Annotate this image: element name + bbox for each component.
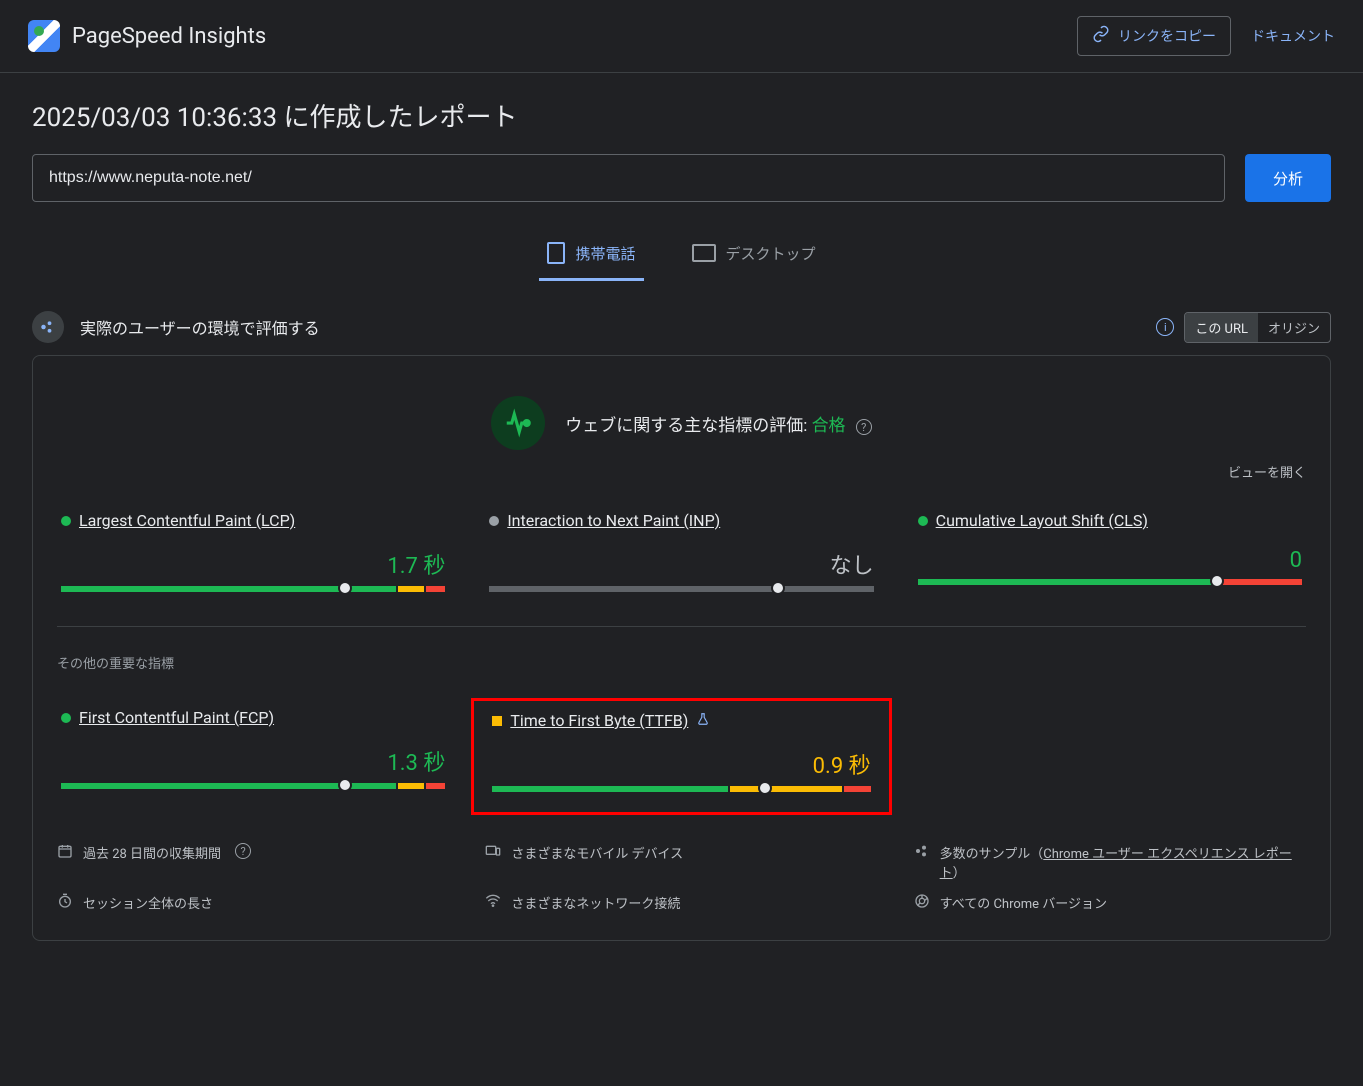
metric-lcp-gauge [61, 586, 445, 592]
section-head-right: i この URL オリジン [1156, 312, 1331, 343]
status-dot-icon [61, 713, 71, 723]
app-logo-icon [28, 20, 60, 52]
metric-empty [914, 708, 1306, 795]
assessment-result: 合格 [812, 416, 846, 436]
footer-versions: すべての Chrome バージョン [914, 893, 1306, 912]
metric-inp-gauge [489, 586, 873, 592]
copy-link-label: リンクをコピー [1118, 26, 1216, 46]
footer-network: さまざまなネットワーク接続 [485, 893, 877, 912]
link-icon [1092, 25, 1110, 47]
gauge-marker-icon [758, 781, 772, 795]
help-icon[interactable]: ? [235, 843, 251, 859]
other-metrics-grid: First Contentful Paint (FCP) 1.3 秒 Time … [57, 708, 1306, 795]
field-data-panel: ウェブに関する主な指標の評価: 合格 ? ビューを開く Largest Cont… [32, 355, 1331, 941]
desktop-icon [692, 244, 716, 262]
scope-url-option[interactable]: この URL [1185, 313, 1258, 342]
chrome-icon [914, 893, 930, 909]
footer-network-text: さまざまなネットワーク接続 [511, 893, 680, 912]
field-data-title: 実際のユーザーの環境で評価する [80, 315, 320, 339]
timer-icon [57, 893, 73, 909]
metric-fcp-value: 1.3 秒 [61, 745, 445, 777]
scope-toggle: この URL オリジン [1184, 312, 1331, 343]
gauge-marker-icon [338, 778, 352, 792]
footer-versions-text: すべての Chrome バージョン [940, 893, 1107, 912]
gauge-marker-icon [1210, 574, 1224, 588]
tab-desktop-label: デスクトップ [726, 243, 816, 264]
gauge-marker-icon [771, 581, 785, 595]
samples-icon [914, 843, 930, 859]
divider [57, 626, 1306, 627]
footer-samples-text: 多数のサンプル（Chrome ユーザー エクスペリエンス レポート） [940, 843, 1306, 881]
main-content: 2025/03/03 10:36:33 に作成したレポート 分析 携帯電話 デス… [0, 73, 1363, 965]
footer-period: 過去 28 日間の収集期間 ? [57, 843, 449, 881]
scope-origin-option[interactable]: オリジン [1258, 313, 1330, 342]
tab-mobile-label: 携帯電話 [575, 243, 635, 264]
status-dot-icon [61, 516, 71, 526]
device-tabs: 携帯電話 デスクトップ [32, 230, 1331, 281]
footer-samples: 多数のサンプル（Chrome ユーザー エクスペリエンス レポート） [914, 843, 1306, 881]
footer-devices-text: さまざまなモバイル デバイス [511, 843, 683, 862]
topbar-right: リンクをコピー ドキュメント [1077, 16, 1335, 56]
analyze-button[interactable]: 分析 [1245, 154, 1331, 202]
devices-icon [485, 843, 501, 859]
field-data-header: 実際のユーザーの環境で評価する i この URL オリジン [32, 311, 1331, 343]
metric-ttfb: Time to First Byte (TTFB) 0.9 秒 [488, 711, 874, 792]
assessment-prefix: ウェブに関する主な指標の評価: [565, 416, 811, 436]
tab-mobile[interactable]: 携帯電話 [539, 230, 643, 281]
calendar-icon [57, 843, 73, 859]
top-bar: PageSpeed Insights リンクをコピー ドキュメント [0, 0, 1363, 73]
help-icon[interactable]: ? [856, 419, 872, 435]
app-title: PageSpeed Insights [72, 24, 266, 49]
metric-fcp: First Contentful Paint (FCP) 1.3 秒 [57, 708, 449, 795]
metric-inp-value: なし [489, 548, 873, 580]
flask-icon [696, 712, 710, 730]
copy-link-button[interactable]: リンクをコピー [1077, 16, 1231, 56]
metric-fcp-name[interactable]: First Contentful Paint (FCP) [79, 708, 274, 727]
footer-period-text: 過去 28 日間の収集期間 [83, 843, 221, 862]
status-dot-icon [489, 516, 499, 526]
core-metrics-grid: Largest Contentful Paint (LCP) 1.7 秒 Int… [57, 511, 1306, 592]
footer-sessions-text: セッション全体の長さ [83, 893, 213, 912]
footer-sessions: セッション全体の長さ [57, 893, 449, 912]
metric-inp-name[interactable]: Interaction to Next Paint (INP) [507, 511, 720, 530]
metric-lcp-name[interactable]: Largest Contentful Paint (LCP) [79, 511, 295, 530]
report-timestamp: 2025/03/03 10:36:33 に作成したレポート [32, 97, 1331, 134]
expand-view-link[interactable]: ビューを開く [57, 462, 1306, 481]
metric-cls-gauge [918, 579, 1302, 585]
info-icon[interactable]: i [1156, 318, 1174, 336]
metric-ttfb-gauge [492, 786, 870, 792]
status-square-icon [492, 716, 502, 726]
wifi-icon [485, 893, 501, 909]
gauge-marker-icon [338, 581, 352, 595]
metric-cls-name[interactable]: Cumulative Layout Shift (CLS) [936, 511, 1148, 530]
other-metrics-heading: その他の重要な指標 [57, 653, 1306, 672]
section-head-left: 実際のユーザーの環境で評価する [32, 311, 320, 343]
metric-lcp-value: 1.7 秒 [61, 548, 445, 580]
metric-inp: Interaction to Next Paint (INP) なし [485, 511, 877, 592]
topbar-left: PageSpeed Insights [28, 20, 266, 52]
metric-ttfb-name[interactable]: Time to First Byte (TTFB) [510, 711, 688, 730]
metric-ttfb-value: 0.9 秒 [492, 748, 870, 780]
metric-lcp: Largest Contentful Paint (LCP) 1.7 秒 [57, 511, 449, 592]
highlight-box: Time to First Byte (TTFB) 0.9 秒 [471, 698, 891, 815]
status-dot-icon [918, 516, 928, 526]
pulse-icon [491, 396, 545, 450]
url-input[interactable] [32, 154, 1225, 202]
metric-cls-value: 0 [918, 548, 1302, 573]
url-row: 分析 [32, 154, 1331, 202]
field-data-avatar-icon [32, 311, 64, 343]
metric-cls: Cumulative Layout Shift (CLS) 0 [914, 511, 1306, 592]
footer-devices: さまざまなモバイル デバイス [485, 843, 877, 881]
cwv-assessment: ウェブに関する主な指標の評価: 合格 ? [57, 396, 1306, 450]
docs-link[interactable]: ドキュメント [1251, 26, 1335, 46]
metric-fcp-gauge [61, 783, 445, 789]
assessment-text: ウェブに関する主な指標の評価: 合格 ? [565, 411, 872, 436]
tab-desktop[interactable]: デスクトップ [684, 230, 824, 281]
footer-grid: 過去 28 日間の収集期間 ? さまざまなモバイル デバイス 多数のサンプル（C… [57, 843, 1306, 912]
mobile-icon [547, 242, 565, 264]
